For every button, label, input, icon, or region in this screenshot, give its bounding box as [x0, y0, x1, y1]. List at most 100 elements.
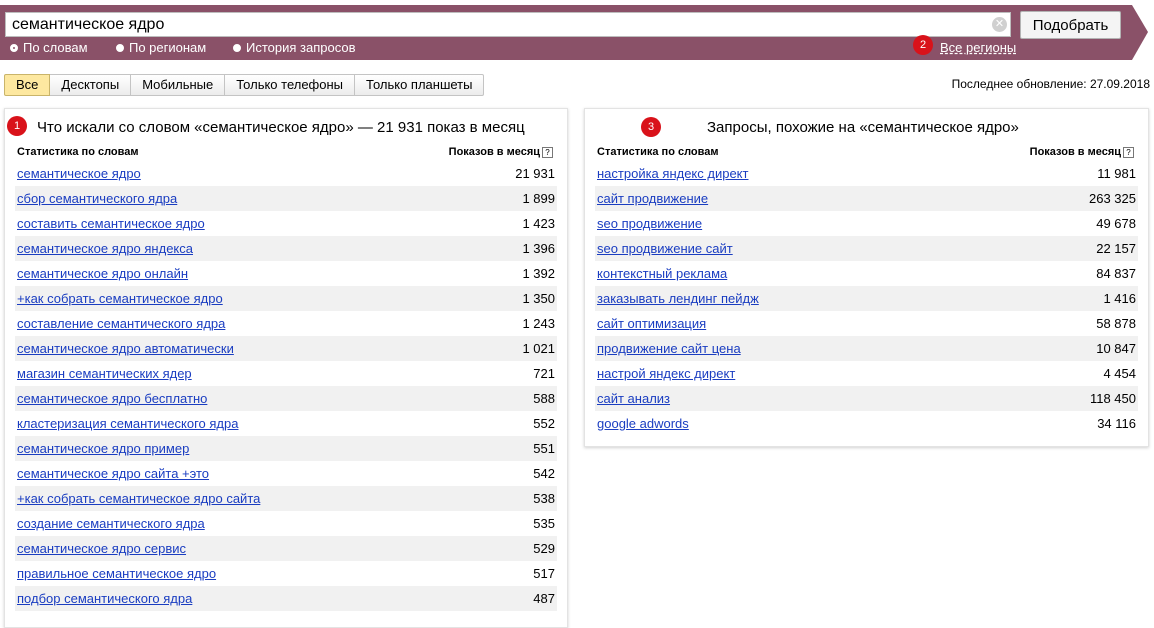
impressions-count: 1 021 — [522, 341, 555, 356]
results-list: настройка яндекс директ 11 981 сайт продви… — [595, 161, 1138, 436]
impressions-count: 542 — [533, 466, 555, 481]
tab-tablets-only[interactable]: Только планшеты — [355, 74, 485, 96]
table-row: создание семантического ядра 535 — [15, 511, 557, 536]
phrase-link[interactable]: составить семантическое ядро — [17, 211, 205, 236]
search-band: ✕ Подобрать По словам По регионам Истори… — [0, 5, 1150, 60]
phrase-link[interactable]: кластеризация семантического ядра — [17, 411, 238, 436]
phrase-link[interactable]: семантическое ядро яндекса — [17, 236, 193, 261]
table-row: семантическое ядро автоматически 1 021 — [15, 336, 557, 361]
phrase-link[interactable]: контекстный реклама — [597, 261, 727, 286]
phrase-link[interactable]: составление семантического ядра — [17, 311, 225, 336]
table-row: настройка яндекс директ 11 981 — [595, 161, 1138, 186]
phrase-link[interactable]: google adwords — [597, 411, 689, 436]
impressions-count: 551 — [533, 441, 555, 456]
tab-mobile[interactable]: Мобильные — [131, 74, 226, 96]
table-row: семантическое ядро пример 551 — [15, 436, 557, 461]
table-row: правильное семантическое ядро 517 — [15, 561, 557, 586]
impressions-count: 21 931 — [515, 166, 555, 181]
phrase-link[interactable]: сайт оптимизация — [597, 311, 706, 336]
phrase-link[interactable]: настройка яндекс директ — [597, 161, 748, 186]
phrase-link[interactable]: настрой яндекс директ — [597, 361, 735, 386]
table-row: контекстный реклама 84 837 — [595, 261, 1138, 286]
phrase-link[interactable]: +как собрать семантическое ядро — [17, 286, 223, 311]
tab-all[interactable]: Все — [4, 74, 51, 96]
table-row: сайт анализ 118 450 — [595, 386, 1138, 411]
radio-icon[interactable] — [116, 43, 124, 52]
phrase-link[interactable]: подбор семантического ядра — [17, 586, 192, 611]
radio-icon[interactable] — [233, 43, 241, 52]
table-row: подбор семантического ядра 487 — [15, 586, 557, 611]
help-icon[interactable]: ? — [542, 147, 553, 158]
phrase-link[interactable]: +как собрать семантическое ядро сайта — [17, 486, 260, 511]
table-row: семантическое ядро 21 931 — [15, 161, 557, 186]
phrase-link[interactable]: семантическое ядро сервис — [17, 536, 186, 561]
table-row: +как собрать семантическое ядро сайта 538 — [15, 486, 557, 511]
mode-radio-words[interactable]: По словам — [10, 40, 88, 55]
impressions-count: 517 — [533, 566, 555, 581]
table-row: продвижение сайт цена 10 847 — [595, 336, 1138, 361]
phrase-link[interactable]: заказывать лендинг пейдж — [597, 286, 759, 311]
table-row: сайт продвижение 263 325 — [595, 186, 1138, 211]
annotation-badge-3: 3 — [641, 117, 661, 137]
column-header-count: Показов в месяц? — [449, 146, 553, 158]
phrase-link[interactable]: seo продвижение — [597, 211, 702, 236]
panel-title: Что искали со словом «семантическое ядро… — [37, 119, 525, 136]
impressions-count: 1 423 — [522, 216, 555, 231]
phrase-link[interactable]: сайт анализ — [597, 386, 670, 411]
tab-phones-only[interactable]: Только телефоны — [225, 74, 356, 96]
phrase-link[interactable]: сбор семантического ядра — [17, 186, 177, 211]
impressions-count: 1 899 — [522, 191, 555, 206]
phrase-link[interactable]: семантическое ядро пример — [17, 436, 189, 461]
table-row: семантическое ядро сайта +это 542 — [15, 461, 557, 486]
last-update: Последнее обновление: 27.09.2018 — [951, 77, 1150, 91]
annotation-badge-2: 2 — [913, 35, 933, 55]
phrase-link[interactable]: семантическое ядро онлайн — [17, 261, 188, 286]
table-row: семантическое ядро бесплатно 588 — [15, 386, 557, 411]
table-row: google adwords 34 116 — [595, 411, 1138, 436]
table-row: семантическое ядро сервис 529 — [15, 536, 557, 561]
column-header-count-label: Показов в месяц — [448, 146, 540, 158]
tab-desktop[interactable]: Десктопы — [50, 74, 132, 96]
phrase-link[interactable]: семантическое ядро бесплатно — [17, 386, 207, 411]
mode-radio-regions[interactable]: По регионам — [116, 40, 206, 55]
impressions-count: 22 157 — [1096, 241, 1136, 256]
help-icon[interactable]: ? — [1123, 147, 1134, 158]
impressions-count: 1 350 — [522, 291, 555, 306]
column-header-count-label: Показов в месяц — [1029, 146, 1121, 158]
column-header-phrase: Статистика по словам — [17, 146, 139, 158]
clear-icon[interactable]: ✕ — [992, 17, 1007, 32]
column-header-phrase: Статистика по словам — [597, 146, 719, 158]
impressions-count: 552 — [533, 416, 555, 431]
phrase-link[interactable]: seo продвижение сайт — [597, 236, 733, 261]
panel-word-stats: 1 Что искали со словом «семантическое яд… — [4, 108, 568, 628]
submit-button[interactable]: Подобрать — [1020, 11, 1121, 39]
phrase-link[interactable]: семантическое ядро сайта +это — [17, 461, 209, 486]
column-header-count: Показов в месяц? — [1030, 146, 1134, 158]
regions-link[interactable]: Все регионы — [940, 40, 1016, 55]
impressions-count: 10 847 — [1096, 341, 1136, 356]
table-row: составить семантическое ядро 1 423 — [15, 211, 557, 236]
table-row: составление семантического ядра 1 243 — [15, 311, 557, 336]
table-row: настрой яндекс директ 4 454 — [595, 361, 1138, 386]
mode-radio-history[interactable]: История запросов — [233, 40, 356, 55]
impressions-count: 721 — [533, 366, 555, 381]
phrase-link[interactable]: семантическое ядро автоматически — [17, 336, 234, 361]
impressions-count: 529 — [533, 541, 555, 556]
phrase-link[interactable]: правильное семантическое ядро — [17, 561, 216, 586]
table-row: магазин семантических ядер 721 — [15, 361, 557, 386]
table-row: сайт оптимизация 58 878 — [595, 311, 1138, 336]
search-input[interactable] — [5, 12, 1011, 37]
phrase-link[interactable]: сайт продвижение — [597, 186, 708, 211]
impressions-count: 58 878 — [1096, 316, 1136, 331]
impressions-count: 1 396 — [522, 241, 555, 256]
phrase-link[interactable]: семантическое ядро — [17, 161, 141, 186]
impressions-count: 588 — [533, 391, 555, 406]
phrase-link[interactable]: магазин семантических ядер — [17, 361, 192, 386]
panel-similar-queries: 3 Запросы, похожие на «семантическое ядр… — [584, 108, 1149, 447]
phrase-link[interactable]: создание семантического ядра — [17, 511, 205, 536]
impressions-count: 49 678 — [1096, 216, 1136, 231]
phrase-link[interactable]: продвижение сайт цена — [597, 336, 741, 361]
radio-checked-icon[interactable] — [10, 43, 18, 52]
impressions-count: 34 116 — [1097, 416, 1136, 431]
impressions-count: 263 325 — [1089, 191, 1136, 206]
